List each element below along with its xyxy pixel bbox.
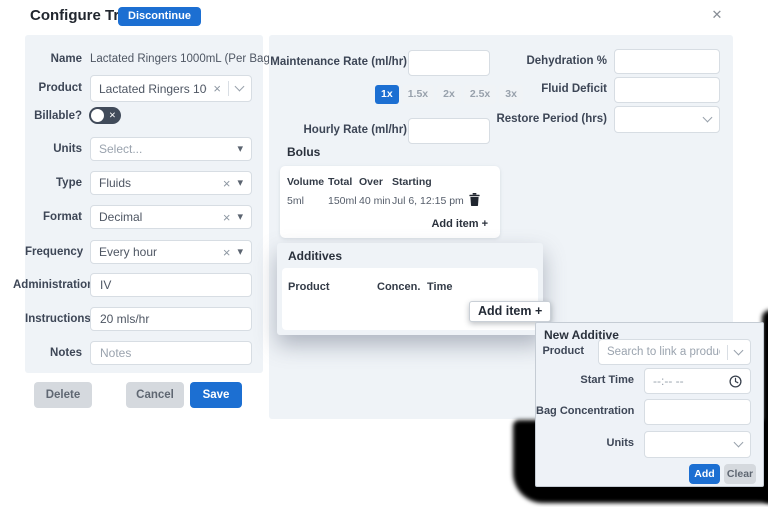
new-additive-units-label: Units xyxy=(536,437,634,449)
frequency-label: Frequency xyxy=(25,246,82,258)
notes-label: Notes xyxy=(25,347,82,359)
add-button[interactable]: Add xyxy=(689,464,720,484)
type-label: Type xyxy=(25,177,82,189)
additives-add-item-button[interactable]: Add item + xyxy=(469,301,551,322)
units-select[interactable]: Select... ▾ xyxy=(90,137,252,161)
chevron-down-icon[interactable] xyxy=(235,82,245,92)
trash-icon[interactable] xyxy=(469,193,480,206)
dehydration-input[interactable] xyxy=(614,49,720,74)
bolus-col-over: Over xyxy=(359,176,383,188)
instructions-label: Instructions xyxy=(25,313,82,325)
delete-button[interactable]: Delete xyxy=(34,382,92,408)
configure-treatment-modal: { "header": { "title": "Configure Treatm… xyxy=(0,0,768,507)
new-additive-popup: New Additive Product Search to link a pr… xyxy=(535,322,764,487)
notes-input[interactable] xyxy=(90,341,252,365)
new-additive-product-label: Product xyxy=(536,345,584,357)
type-select[interactable]: Fluids × ▾ xyxy=(90,171,252,195)
select-divider xyxy=(228,81,229,96)
units-label: Units xyxy=(25,143,82,155)
discontinue-button[interactable]: Discontinue xyxy=(118,7,201,26)
dropdown-triangle-icon[interactable]: ▾ xyxy=(237,178,243,189)
clear-icon[interactable]: × xyxy=(223,211,231,224)
bag-concentration-input[interactable] xyxy=(644,399,751,425)
save-button[interactable]: Save xyxy=(190,382,242,408)
bolus-card: Volume Total Over Starting 5ml 150ml 40 … xyxy=(280,166,500,238)
close-icon[interactable]: ✕ xyxy=(706,4,728,26)
treatment-form-panel: Name Lactated Ringers 1000mL (Per Bag) P… xyxy=(25,35,263,373)
additives-col-concentration: Concen. xyxy=(377,281,420,293)
new-additive-product-select[interactable]: Search to link a product xyxy=(598,339,751,365)
bolus-col-total: Total xyxy=(328,176,352,188)
product-select[interactable]: Lactated Ringers 1000mL × xyxy=(90,75,252,102)
start-time-placeholder: --:-- -- xyxy=(653,374,729,388)
frequency-select[interactable]: Every hour × ▾ xyxy=(90,240,252,264)
fluid-deficit-label: Fluid Deficit xyxy=(469,83,607,95)
restore-period-label: Restore Period (hrs) xyxy=(469,113,607,125)
product-label: Product xyxy=(25,82,82,94)
bolus-cell-over: 40 min xyxy=(359,195,391,207)
chevron-down-icon[interactable] xyxy=(703,113,713,123)
name-value: Lactated Ringers 1000mL (Per Bag) xyxy=(90,53,274,65)
clear-icon[interactable]: × xyxy=(223,177,231,190)
billable-label: Billable? xyxy=(25,110,82,122)
dropdown-triangle-icon[interactable]: ▾ xyxy=(237,212,243,223)
fluid-deficit-input[interactable] xyxy=(614,77,720,103)
multiplier-1-5x-button[interactable]: 1.5x xyxy=(402,85,434,104)
clock-icon[interactable] xyxy=(729,375,742,388)
format-select[interactable]: Decimal × ▾ xyxy=(90,205,252,229)
multiplier-2x-button[interactable]: 2x xyxy=(437,85,461,104)
clear-button[interactable]: Clear xyxy=(724,464,756,484)
bolus-col-volume: Volume xyxy=(287,176,324,188)
format-label: Format xyxy=(25,211,82,223)
product-select-value: Lactated Ringers 1000mL xyxy=(99,82,207,96)
dropdown-triangle-icon[interactable]: ▾ xyxy=(237,144,243,155)
name-label: Name xyxy=(25,53,82,65)
start-time-label: Start Time xyxy=(536,374,634,386)
product-search-placeholder: Search to link a product xyxy=(607,346,720,358)
additives-title: Additives xyxy=(288,249,342,263)
clear-icon[interactable]: × xyxy=(213,82,221,95)
start-time-input[interactable]: --:-- -- xyxy=(644,368,751,394)
cancel-button[interactable]: Cancel xyxy=(126,382,184,408)
multiplier-1x-button[interactable]: 1x xyxy=(375,85,399,104)
bolus-add-item-button[interactable]: Add item + xyxy=(431,218,488,230)
select-divider xyxy=(727,345,728,360)
bolus-title: Bolus xyxy=(287,145,320,159)
instructions-input[interactable] xyxy=(90,307,252,331)
billable-toggle[interactable]: ✕ xyxy=(89,107,121,124)
additives-col-time: Time xyxy=(427,281,452,293)
additives-col-product: Product xyxy=(288,281,330,293)
hourly-rate-label: Hourly Rate (ml/hr) xyxy=(269,124,407,136)
frequency-select-value: Every hour xyxy=(99,245,217,259)
chevron-down-icon[interactable] xyxy=(734,345,744,355)
format-select-value: Decimal xyxy=(99,210,217,224)
bolus-cell-starting: Jul 6, 12:15 pm xyxy=(392,195,464,207)
bag-concentration-label: Bag Concentration xyxy=(536,405,634,417)
units-select-placeholder: Select... xyxy=(99,142,230,156)
dropdown-triangle-icon[interactable]: ▾ xyxy=(237,247,243,258)
bolus-cell-volume: 5ml xyxy=(287,195,304,207)
chevron-down-icon[interactable] xyxy=(734,438,744,448)
type-select-value: Fluids xyxy=(99,176,217,190)
bolus-cell-total: 150ml xyxy=(328,195,357,207)
toggle-off-icon: ✕ xyxy=(109,110,116,121)
clear-icon[interactable]: × xyxy=(223,246,231,259)
maintenance-rate-label: Maintenance Rate (ml/hr) xyxy=(269,56,407,68)
administration-input[interactable] xyxy=(90,273,252,297)
dehydration-label: Dehydration % xyxy=(469,55,607,67)
toggle-knob xyxy=(91,109,104,122)
bolus-col-starting: Starting xyxy=(392,176,432,188)
administration-label: Administration xyxy=(13,279,82,291)
new-additive-units-select[interactable] xyxy=(644,431,751,458)
restore-period-select[interactable] xyxy=(614,106,720,133)
